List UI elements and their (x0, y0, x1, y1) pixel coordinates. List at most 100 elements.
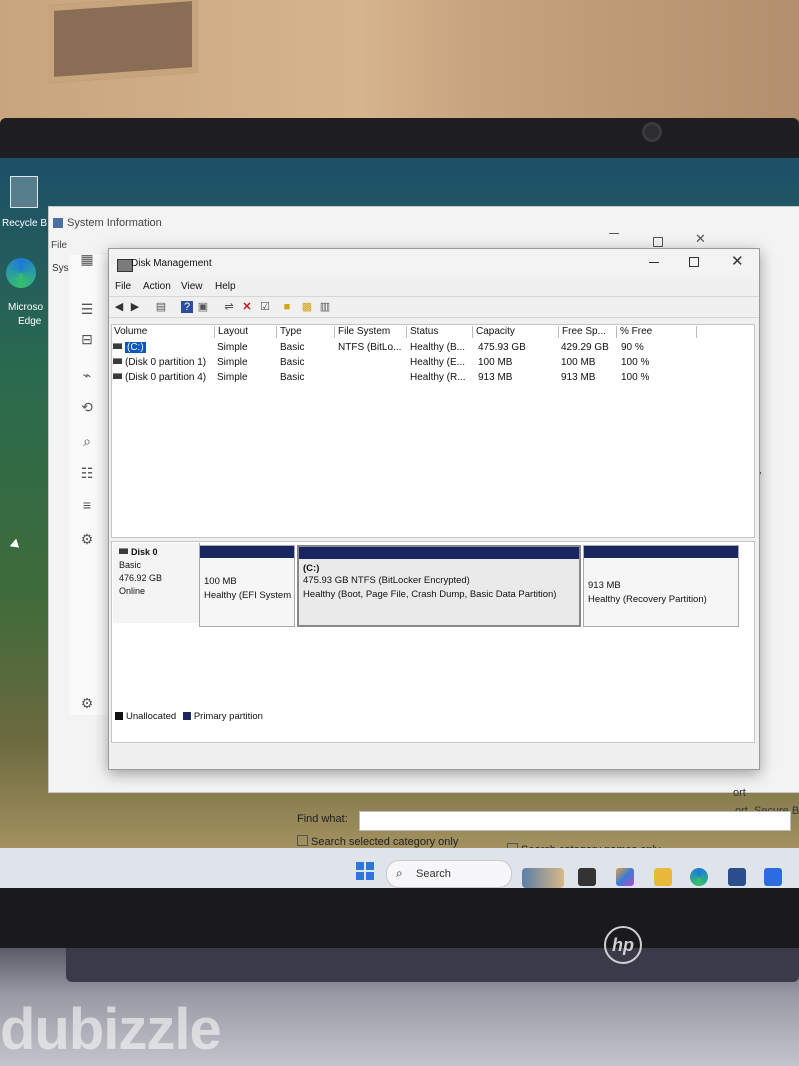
menu-file[interactable]: File (51, 240, 67, 251)
column-volume[interactable]: Volume (111, 326, 215, 338)
properties-icon[interactable]: ▣ (197, 301, 209, 313)
help-icon[interactable]: ? (181, 301, 193, 313)
disk-icon (119, 548, 128, 554)
hp-logo: hp (604, 926, 642, 964)
partition-name: (C:) (303, 563, 320, 574)
partition-size: 475.93 GB NTFS (BitLocker Encrypted) (303, 575, 470, 586)
column-capacity[interactable]: Capacity (473, 326, 559, 338)
rail-activity-icon[interactable]: ⌁ (79, 367, 95, 383)
rail-network-icon[interactable]: ⌕ (79, 433, 95, 449)
laptop-screen: Recycle B Microso Edge System Informatio… (0, 158, 799, 888)
task-view-icon[interactable] (578, 868, 596, 886)
partition-size: 913 MB (588, 580, 621, 591)
rail-gear-icon[interactable]: ⚙ (79, 695, 95, 711)
maximize-icon[interactable] (689, 257, 699, 267)
console-tree-icon[interactable]: ▤ (155, 301, 167, 313)
rail-settings-icon[interactable]: ⚙ (79, 531, 95, 547)
menu-view[interactable]: View (181, 281, 203, 292)
search-selected-category-label: Search selected category only (311, 836, 459, 848)
close-icon[interactable]: ✕ (731, 252, 744, 270)
minimize-icon[interactable] (609, 233, 619, 234)
webcam-icon (642, 122, 662, 142)
minimize-icon[interactable] (649, 262, 659, 263)
rail-device-icon[interactable]: ⊟ (79, 331, 95, 347)
column-type[interactable]: Type (277, 326, 335, 338)
delete-icon[interactable]: ✕ (241, 301, 253, 313)
rail-users-icon[interactable]: ☷ (79, 465, 95, 481)
file-explorer-icon[interactable] (654, 868, 672, 886)
app-icon[interactable] (764, 868, 782, 886)
table-row[interactable]: (Disk 0 partition 1) (113, 357, 206, 368)
connect-icon[interactable]: ⇌ (223, 301, 235, 313)
menu-file[interactable]: File (115, 281, 131, 292)
mouse-cursor-icon (9, 538, 23, 552)
partition-efi[interactable]: 100 MB Healthy (EFI System (199, 545, 295, 627)
taskbar-widget-icon[interactable] (522, 868, 564, 888)
close-icon[interactable]: ✕ (695, 231, 706, 247)
find-what-label: Find what: (297, 813, 348, 825)
menu-action[interactable]: Action (143, 281, 171, 292)
rail-grid-icon[interactable]: ▦ (79, 251, 95, 267)
column-percent-free[interactable]: % Free (617, 326, 697, 338)
forward-arrow-icon[interactable]: ▶ (129, 301, 141, 313)
find-what-input[interactable] (359, 811, 791, 831)
check-icon[interactable]: ☑ (259, 301, 271, 313)
wall-picture-frame (48, 0, 198, 84)
legend: Unallocated Primary partition (115, 711, 263, 722)
edge-icon[interactable] (6, 258, 36, 288)
rail-menu-icon[interactable]: ☰ (79, 301, 95, 317)
tree-item-system-summary[interactable]: Sys (52, 263, 69, 274)
column-status[interactable]: Status (407, 326, 473, 338)
rail-history-icon[interactable]: ⟲ (79, 399, 95, 415)
volume-icon (113, 358, 122, 364)
partition-status: Healthy (Boot, Page File, Crash Dump, Ba… (303, 589, 557, 600)
cell-capacity: 100 MB (478, 357, 513, 368)
cell-percent-free: 100 % (621, 372, 650, 383)
checkbox-box[interactable] (297, 835, 308, 846)
edge-taskbar-icon[interactable] (690, 868, 708, 886)
laptop-bottom-bezel (0, 888, 799, 948)
table-row[interactable]: (C:) (113, 342, 146, 353)
menu-help[interactable]: Help (215, 281, 236, 292)
folder-icon[interactable]: ■ (281, 301, 293, 313)
column-layout[interactable]: Layout (215, 326, 277, 338)
edge-label-line2: Edge (18, 316, 42, 327)
volume-name[interactable]: (Disk 0 partition 4) (125, 372, 206, 383)
partition-recovery[interactable]: 913 MB Healthy (Recovery Partition) (583, 545, 739, 627)
list-view-icon[interactable]: ▥ (319, 301, 331, 313)
partition-bar (200, 546, 294, 558)
cell-layout: Simple (217, 342, 248, 353)
start-icon[interactable] (356, 862, 374, 880)
recycle-bin-label: Recycle B (2, 218, 48, 229)
cell-file-system: NTFS (BitLo... (338, 342, 402, 353)
category-tree[interactable] (69, 255, 113, 715)
copilot-icon[interactable] (616, 868, 634, 886)
legend-unallocated: Unallocated (126, 711, 177, 722)
table-row[interactable]: (Disk 0 partition 4) (113, 372, 206, 383)
cell-layout: Simple (217, 372, 248, 383)
volume-name[interactable]: (Disk 0 partition 1) (125, 357, 206, 368)
cell-status: Healthy (B... (410, 342, 466, 353)
cell-capacity: 913 MB (478, 372, 513, 383)
disk-kind: Basic (119, 560, 142, 570)
cell-capacity: 475.93 GB (478, 342, 526, 353)
search-icon: ⌕ (396, 866, 403, 880)
column-free-space[interactable]: Free Sp... (559, 326, 617, 338)
watermark: dubizzle (0, 997, 222, 1062)
store-icon[interactable] (728, 868, 746, 886)
back-arrow-icon[interactable]: ◀ (113, 301, 125, 313)
recycle-bin-icon[interactable] (10, 176, 38, 208)
partition-c[interactable]: (C:) 475.93 GB NTFS (BitLocker Encrypted… (297, 545, 581, 627)
cell-layout: Simple (217, 357, 248, 368)
search-folder-icon[interactable]: ▩ (301, 301, 313, 313)
maximize-icon[interactable] (653, 237, 663, 247)
column-file-system[interactable]: File System (335, 326, 407, 338)
cell-type: Basic (280, 372, 305, 383)
cell-free-space: 100 MB (561, 357, 596, 368)
volume-name[interactable]: (C:) (125, 342, 146, 353)
primary-swatch (182, 712, 191, 720)
search-selected-category-checkbox[interactable]: Search selected category only (297, 835, 458, 848)
hp-logo-text: hp (612, 934, 634, 955)
cell-free-space: 429.29 GB (561, 342, 609, 353)
rail-list-icon[interactable]: ≡ (79, 497, 95, 513)
